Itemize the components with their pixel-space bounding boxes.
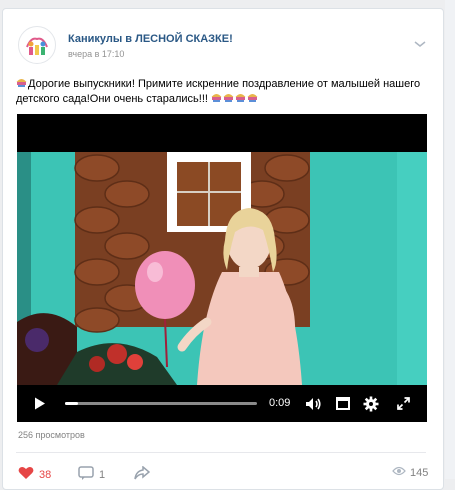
video-player[interactable]: 0:09 (17, 114, 427, 422)
post-text-line-1: Дорогие выпускники! Примите искренние по… (28, 78, 421, 90)
post-time[interactable]: вчера в 17:10 (68, 49, 124, 59)
post-text-line-2: детского сада!Они очень старались!!! (16, 93, 208, 105)
eye-icon (392, 466, 406, 479)
video-progress-fill (65, 402, 79, 405)
divider (16, 452, 426, 453)
views-counter: 145 (392, 466, 428, 479)
share-icon (134, 465, 151, 483)
graduation-cap-icon (235, 92, 246, 103)
heart-icon (18, 466, 34, 483)
top-bar (0, 0, 455, 6)
chevron-down-icon[interactable] (413, 36, 427, 47)
group-avatar[interactable] (18, 26, 56, 64)
comment-button[interactable]: 1 (78, 466, 105, 483)
comment-icon (78, 466, 94, 483)
graduation-cap-icon (16, 77, 27, 88)
share-button[interactable] (134, 465, 151, 483)
video-frame[interactable] (17, 152, 427, 385)
post-text: Дорогие выпускники! Примите искренние по… (16, 77, 424, 107)
expand-icon[interactable] (395, 385, 411, 422)
scrollbar[interactable] (445, 0, 455, 479)
video-time: 0:09 (269, 397, 291, 409)
play-icon[interactable] (31, 385, 49, 422)
volume-icon[interactable] (303, 385, 323, 422)
video-progress-bar[interactable] (65, 402, 257, 405)
settings-icon[interactable] (362, 385, 380, 422)
views-count: 145 (410, 466, 429, 479)
graduation-cap-icon (211, 92, 222, 103)
graduation-cap-icon (247, 92, 258, 103)
video-controls: 0:09 (17, 385, 427, 422)
graduation-cap-icon (223, 92, 234, 103)
fullscreen-window-icon[interactable] (335, 385, 351, 422)
group-name-link[interactable]: Каникулы в ЛЕСНОЙ СКАЗКЕ! (68, 33, 233, 45)
video-views: 256 просмотров (18, 430, 85, 440)
like-button[interactable]: 38 (18, 466, 51, 483)
